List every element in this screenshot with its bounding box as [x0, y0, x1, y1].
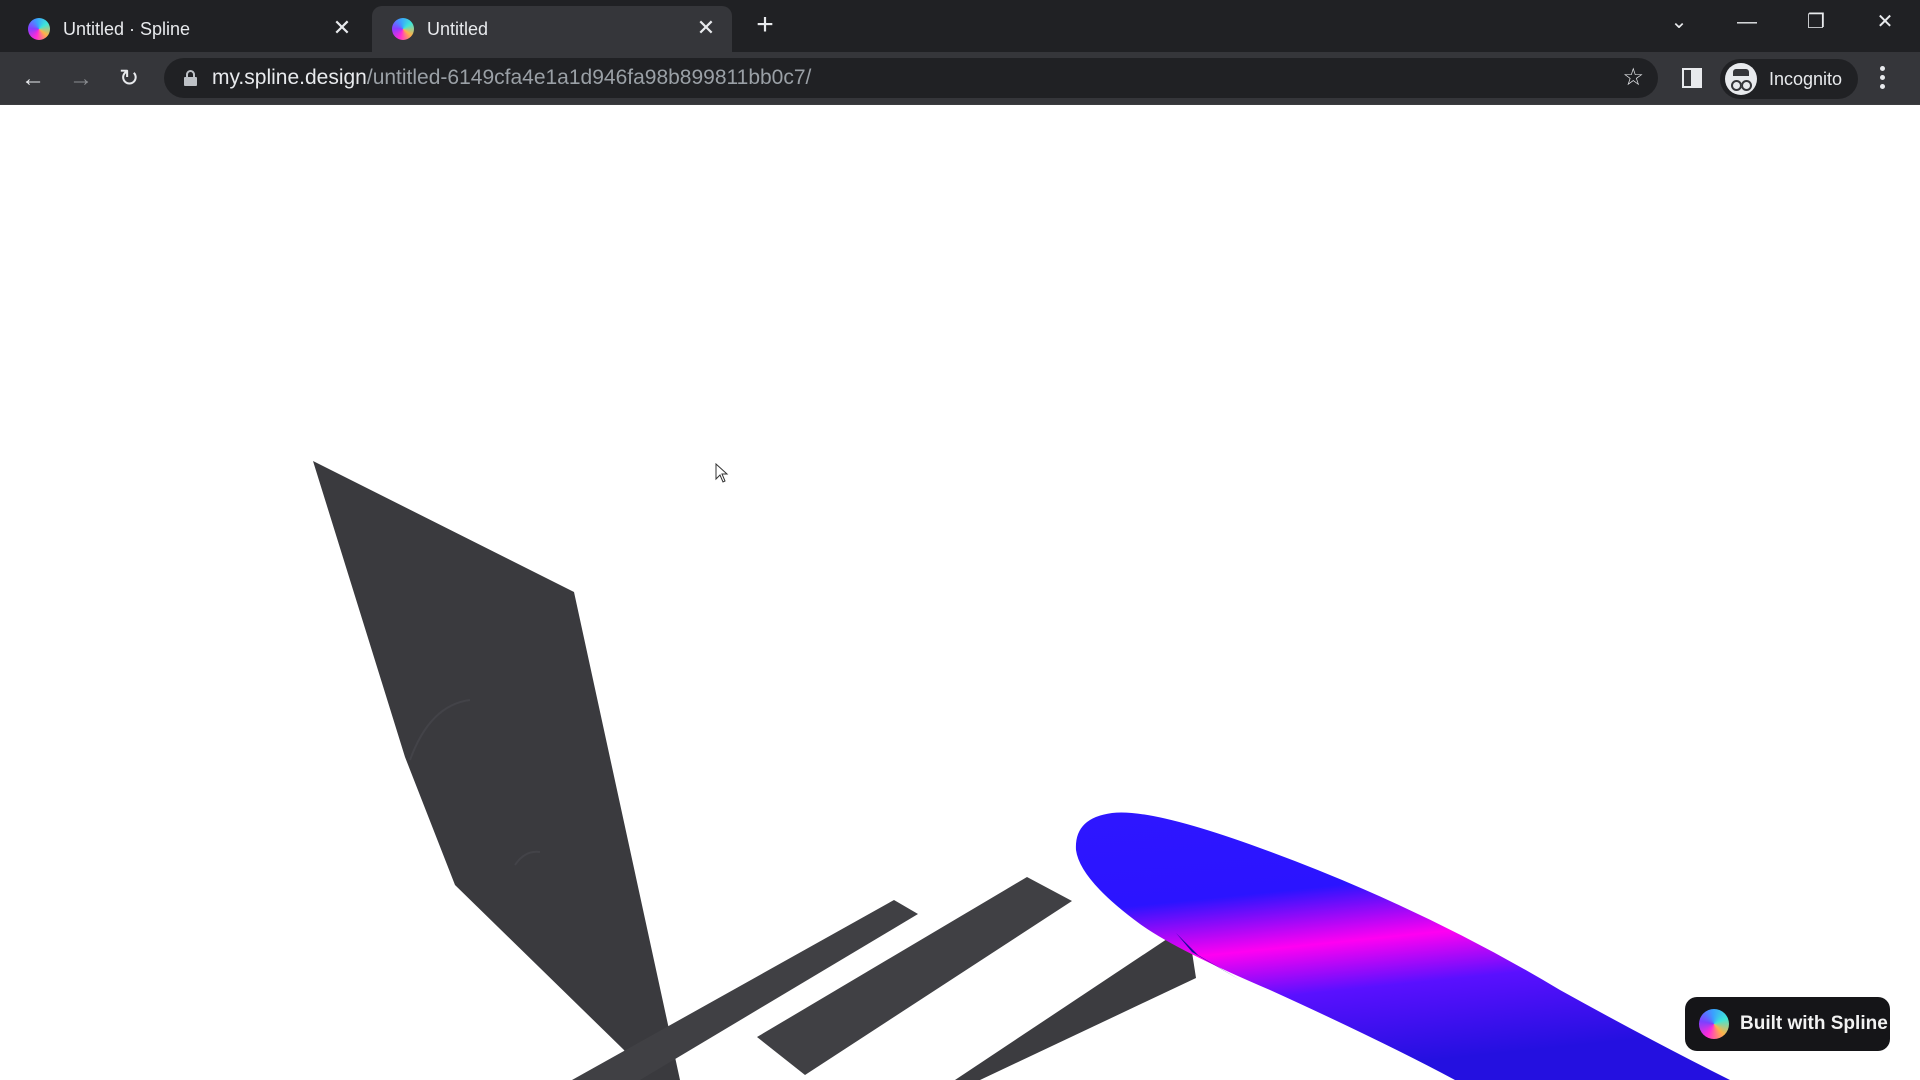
close-icon[interactable]: ✕	[696, 17, 716, 39]
scene-svg	[313, 461, 1730, 1080]
close-window-button[interactable]: ✕	[1865, 8, 1905, 36]
address-bar[interactable]: my.spline.design/untitled-6149cfa4e1a1d9…	[164, 58, 1658, 98]
tab-untitled[interactable]: Untitled ✕	[372, 6, 732, 52]
spline-logo-icon	[1699, 1009, 1729, 1039]
mouse-cursor-icon	[715, 462, 729, 488]
tab-title: Untitled · Spline	[63, 18, 191, 39]
profile-label: Incognito	[1769, 68, 1843, 89]
dark-kite-plane	[313, 461, 680, 1080]
badge-label: Built with Spline	[1740, 1013, 1888, 1034]
bookmark-star-icon[interactable]: ☆	[1622, 64, 1644, 92]
spline-3d-canvas[interactable]: Built with Spline	[0, 106, 1920, 1080]
new-tab-button[interactable]: +	[750, 10, 780, 41]
spline-logo-icon	[28, 18, 50, 40]
restore-button[interactable]: ❐	[1796, 8, 1836, 36]
built-with-spline-badge[interactable]: Built with Spline	[1685, 997, 1890, 1051]
minimize-button[interactable]: —	[1727, 8, 1767, 36]
tab-untitled-spline[interactable]: Untitled · Spline ✕	[8, 6, 368, 52]
url-text[interactable]: my.spline.design/untitled-6149cfa4e1a1d9…	[212, 66, 811, 90]
browser-toolbar: ← → ↻ my.spline.design/untitled-6149cfa4…	[0, 52, 1920, 105]
back-button[interactable]: ←	[18, 64, 48, 94]
dark-strip-3	[955, 933, 1196, 1080]
close-icon[interactable]: ✕	[332, 17, 352, 39]
tab-title: Untitled	[427, 18, 489, 39]
more-menu-icon[interactable]	[1880, 66, 1886, 92]
incognito-profile-button[interactable]: Incognito	[1720, 59, 1858, 99]
incognito-icon	[1725, 63, 1757, 95]
spline-logo-icon	[392, 18, 414, 40]
tab-strip: Untitled · Spline ✕ Untitled ✕ + ⌄ — ❐ ✕	[0, 0, 1920, 52]
tab-search-button[interactable]: ⌄	[1659, 8, 1699, 36]
side-panel-icon[interactable]	[1682, 68, 1702, 88]
reload-button[interactable]: ↻	[114, 64, 144, 94]
forward-button[interactable]: →	[66, 64, 96, 94]
lock-icon[interactable]	[184, 70, 197, 86]
